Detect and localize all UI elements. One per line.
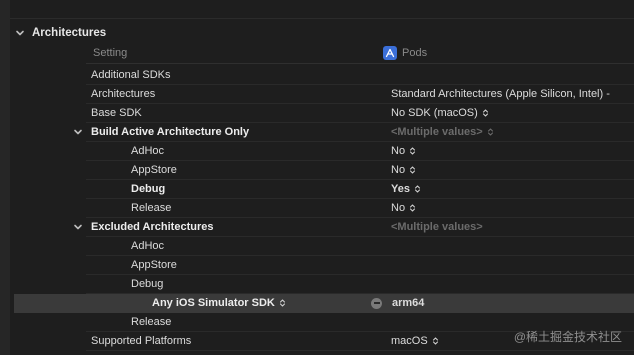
column-header: Setting Pods xyxy=(86,43,634,64)
setting-row-label: Debug xyxy=(131,183,165,195)
setting-row-label-text: AdHoc xyxy=(131,240,165,252)
column-header-setting[interactable]: Setting xyxy=(93,47,127,59)
column-header-pods[interactable]: Pods xyxy=(383,46,427,60)
setting-row-value-text: Yes xyxy=(391,183,410,195)
setting-row-label: Release xyxy=(131,202,171,214)
setting-row-value[interactable]: arm64 xyxy=(371,297,424,309)
setting-row-label-text: Any iOS Simulator SDK xyxy=(152,297,275,309)
setting-row-label-text: Base SDK xyxy=(91,107,142,119)
setting-row-value-text: No xyxy=(391,202,406,214)
setting-row-label: Release xyxy=(131,316,171,328)
setting-row[interactable]: Excluded Architectures <Multiple values> xyxy=(74,218,634,237)
setting-row-label: Debug xyxy=(131,278,163,290)
setting-row-label-text: Excluded Architectures xyxy=(91,221,214,233)
setting-row-label-text: Build Active Architecture Only xyxy=(91,126,250,138)
section-header-architectures[interactable]: Architectures xyxy=(14,25,106,41)
setting-row-value[interactable]: No xyxy=(391,202,416,214)
setting-row-label-text: AdHoc xyxy=(131,145,165,157)
setting-row-value[interactable]: No SDK (macOS) xyxy=(391,107,489,119)
setting-row-value-text: Standard Architectures (Apple Silicon, I… xyxy=(391,88,610,100)
setting-row[interactable]: AdHoc xyxy=(86,237,634,256)
setting-row-value[interactable]: Standard Architectures (Apple Silicon, I… xyxy=(391,88,610,100)
setting-row-value-text: No xyxy=(391,164,406,176)
up-down-stepper-icon[interactable] xyxy=(409,203,416,213)
setting-row-label-text: Debug xyxy=(131,183,166,195)
setting-row-value-text: No xyxy=(391,145,406,157)
up-down-stepper-icon[interactable] xyxy=(414,184,421,194)
settings-table: Additional SDKs Architectures Standard Arc… xyxy=(14,66,634,351)
setting-row-label: AdHoc xyxy=(131,240,164,252)
setting-row-label: AppStore xyxy=(131,259,177,271)
watermark: @稀土掘金技术社区 xyxy=(513,330,622,344)
setting-row-label: Base SDK xyxy=(91,107,142,119)
setting-row-label: AdHoc xyxy=(131,145,164,157)
setting-row[interactable]: Release No xyxy=(86,199,634,218)
remove-condition-icon[interactable] xyxy=(371,297,382,309)
setting-row-value-text: arm64 xyxy=(392,297,425,309)
chevron-down-icon[interactable] xyxy=(14,27,26,39)
setting-row-value[interactable]: <Multiple values> xyxy=(391,126,494,138)
chevron-down-icon[interactable] xyxy=(72,221,84,233)
chevron-down-icon[interactable] xyxy=(72,126,84,138)
setting-row[interactable]: Debug xyxy=(86,275,634,294)
setting-row-label-text: AppStore xyxy=(131,164,177,176)
setting-row[interactable]: Build Active Architecture Only <Multiple … xyxy=(74,123,634,142)
setting-row-value[interactable]: No xyxy=(391,164,416,176)
setting-row-value-text: <Multiple values> xyxy=(391,126,483,138)
setting-row-label-text: Release xyxy=(131,202,172,214)
setting-row-label: Architectures xyxy=(91,88,155,100)
setting-row-label: AppStore xyxy=(131,164,177,176)
section-title: Architectures xyxy=(32,27,107,39)
setting-row-label-text: AppStore xyxy=(131,259,177,271)
setting-row-value[interactable]: No xyxy=(391,145,416,157)
pods-target-icon xyxy=(383,46,397,60)
setting-row-label: Any iOS Simulator SDK xyxy=(152,297,286,309)
setting-row-label: Additional SDKs xyxy=(91,69,171,81)
up-down-stepper-icon[interactable] xyxy=(487,127,494,137)
setting-row-label-text: Additional SDKs xyxy=(91,69,171,81)
setting-row[interactable]: Any iOS Simulator SDK arm64 xyxy=(14,294,634,313)
setting-row[interactable]: AppStore xyxy=(86,256,634,275)
setting-row-label: Build Active Architecture Only xyxy=(91,126,249,138)
setting-row[interactable]: AdHoc No xyxy=(86,142,634,161)
setting-row-label-text: Architectures xyxy=(91,88,156,100)
setting-row-value[interactable]: macOS xyxy=(391,335,439,347)
setting-row[interactable]: Base SDK No SDK (macOS) xyxy=(86,104,634,123)
setting-row-label-text: Release xyxy=(131,316,172,328)
setting-row-label: Supported Platforms xyxy=(91,335,191,347)
top-strip xyxy=(10,0,634,19)
column-header-pods-label: Pods xyxy=(402,47,428,59)
up-down-stepper-icon[interactable] xyxy=(482,108,489,118)
setting-row-value-text: <Multiple values> xyxy=(391,221,483,233)
setting-row[interactable]: Debug Yes xyxy=(86,180,634,199)
setting-row-label: Excluded Architectures xyxy=(91,221,213,233)
up-down-stepper-icon[interactable] xyxy=(409,165,416,175)
setting-row[interactable]: Additional SDKs xyxy=(86,66,634,85)
left-gutter xyxy=(0,0,10,355)
setting-row-value[interactable]: <Multiple values> xyxy=(391,221,483,233)
up-down-stepper-icon[interactable] xyxy=(279,298,286,308)
setting-row-value-text: No SDK (macOS) xyxy=(391,107,478,119)
up-down-stepper-icon[interactable] xyxy=(432,336,439,346)
setting-row-value-text: macOS xyxy=(391,335,428,347)
setting-row-value[interactable]: Yes xyxy=(391,183,421,195)
setting-row[interactable]: Architectures Standard Architectures (App… xyxy=(86,85,634,104)
build-settings-window: Architectures Setting Pods Additional SD… xyxy=(0,0,634,355)
setting-row-label-text: Debug xyxy=(131,278,164,290)
setting-row[interactable]: AppStore No xyxy=(86,161,634,180)
up-down-stepper-icon[interactable] xyxy=(409,146,416,156)
setting-row-label-text: Supported Platforms xyxy=(91,335,192,347)
